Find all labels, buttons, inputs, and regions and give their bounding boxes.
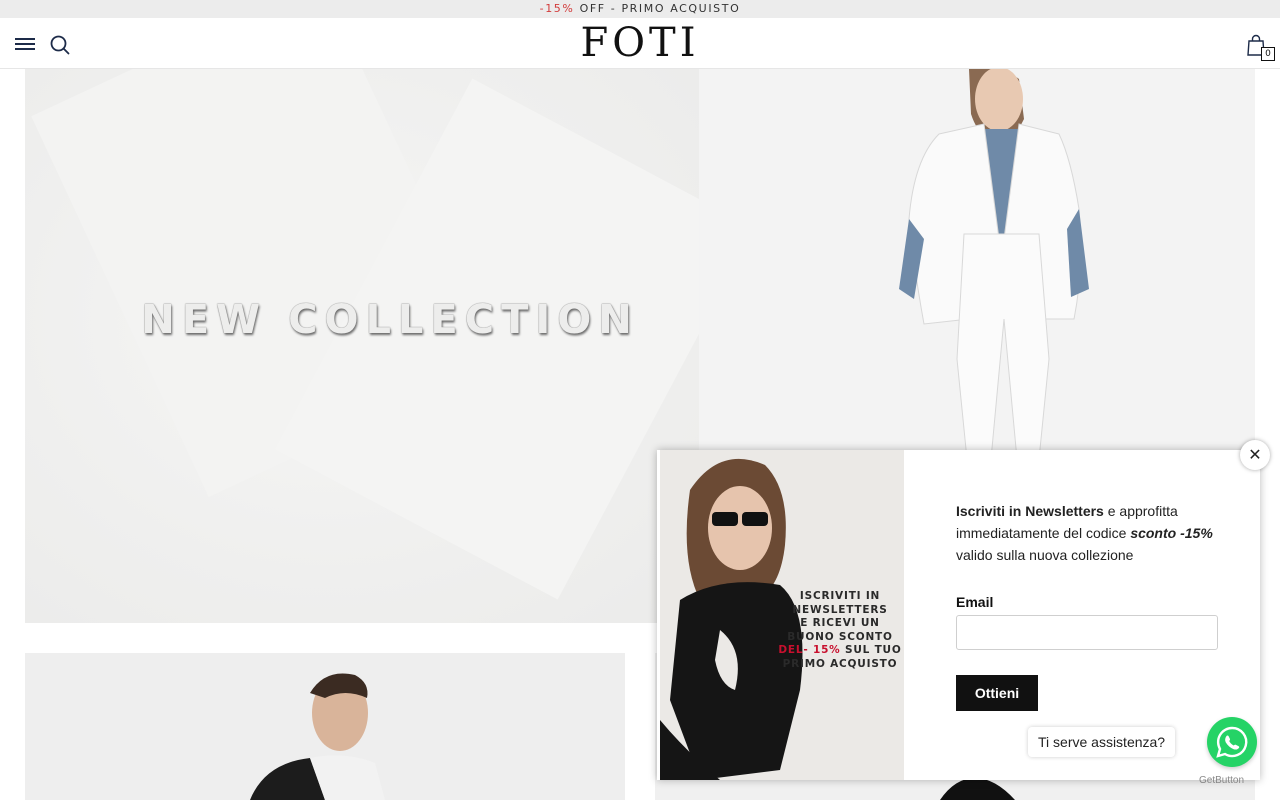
email-label: Email [956,594,994,610]
promo-line: PRIMO ACQUISTO [782,657,898,670]
menu-icon[interactable] [15,38,35,52]
close-icon[interactable]: ✕ [1240,440,1270,470]
email-field[interactable] [956,615,1218,650]
site-logo[interactable]: FOTI [540,20,740,66]
search-icon[interactable] [49,34,71,56]
getbutton-text: GetButton [1199,775,1245,786]
hero-title: NEW COLLECTION [141,297,639,343]
promo-line: BUONO SCONTO [787,630,893,643]
promo-line: NEWSLETTERS [792,603,888,616]
hero-banner[interactable]: NEW COLLECTION [25,69,699,623]
whatsapp-help-bubble[interactable]: Ti serve assistenza? [1028,727,1176,757]
promo-discount: DEL- 15% [778,644,841,657]
getbutton-credit[interactable]: GetButton [1199,775,1244,786]
cart-count-badge: 0 [1261,47,1275,61]
promo-line: DEL- 15% SUL TUO [770,644,904,658]
submit-button[interactable]: Ottieni [956,675,1038,711]
promo-line: E RICEVI UN [800,617,880,630]
announcement-text: OFF - PRIMO ACQUISTO [574,2,741,15]
announcement-discount: -15% [539,2,575,15]
site-header: FOTI [0,18,1280,69]
promo-image-text: ISCRIVITI IN NEWSLETTERS E RICEVI UN BUO… [770,590,904,672]
newsletter-promo-image: ISCRIVITI IN NEWSLETTERS E RICEVI UN BUO… [660,450,904,780]
newsletter-headline: Iscriviti in Newsletters [956,503,1104,519]
promo-line: ISCRIVITI IN [799,590,881,602]
promo-line-rest: SUL TUO [840,644,902,657]
newsletter-description: Iscriviti in Newsletters e approfitta im… [956,500,1236,566]
newsletter-form: Iscriviti in Newsletters e approfitta im… [956,500,1236,711]
product-image-man[interactable] [25,653,625,800]
discount-code: sconto -15% [1130,525,1213,541]
model-man-image [25,653,625,800]
whatsapp-icon[interactable] [1207,717,1257,767]
newsletter-text-2: valido sulla nuova collezione [956,547,1134,563]
announcement-bar[interactable]: -15% OFF - PRIMO ACQUISTO [0,0,1280,18]
